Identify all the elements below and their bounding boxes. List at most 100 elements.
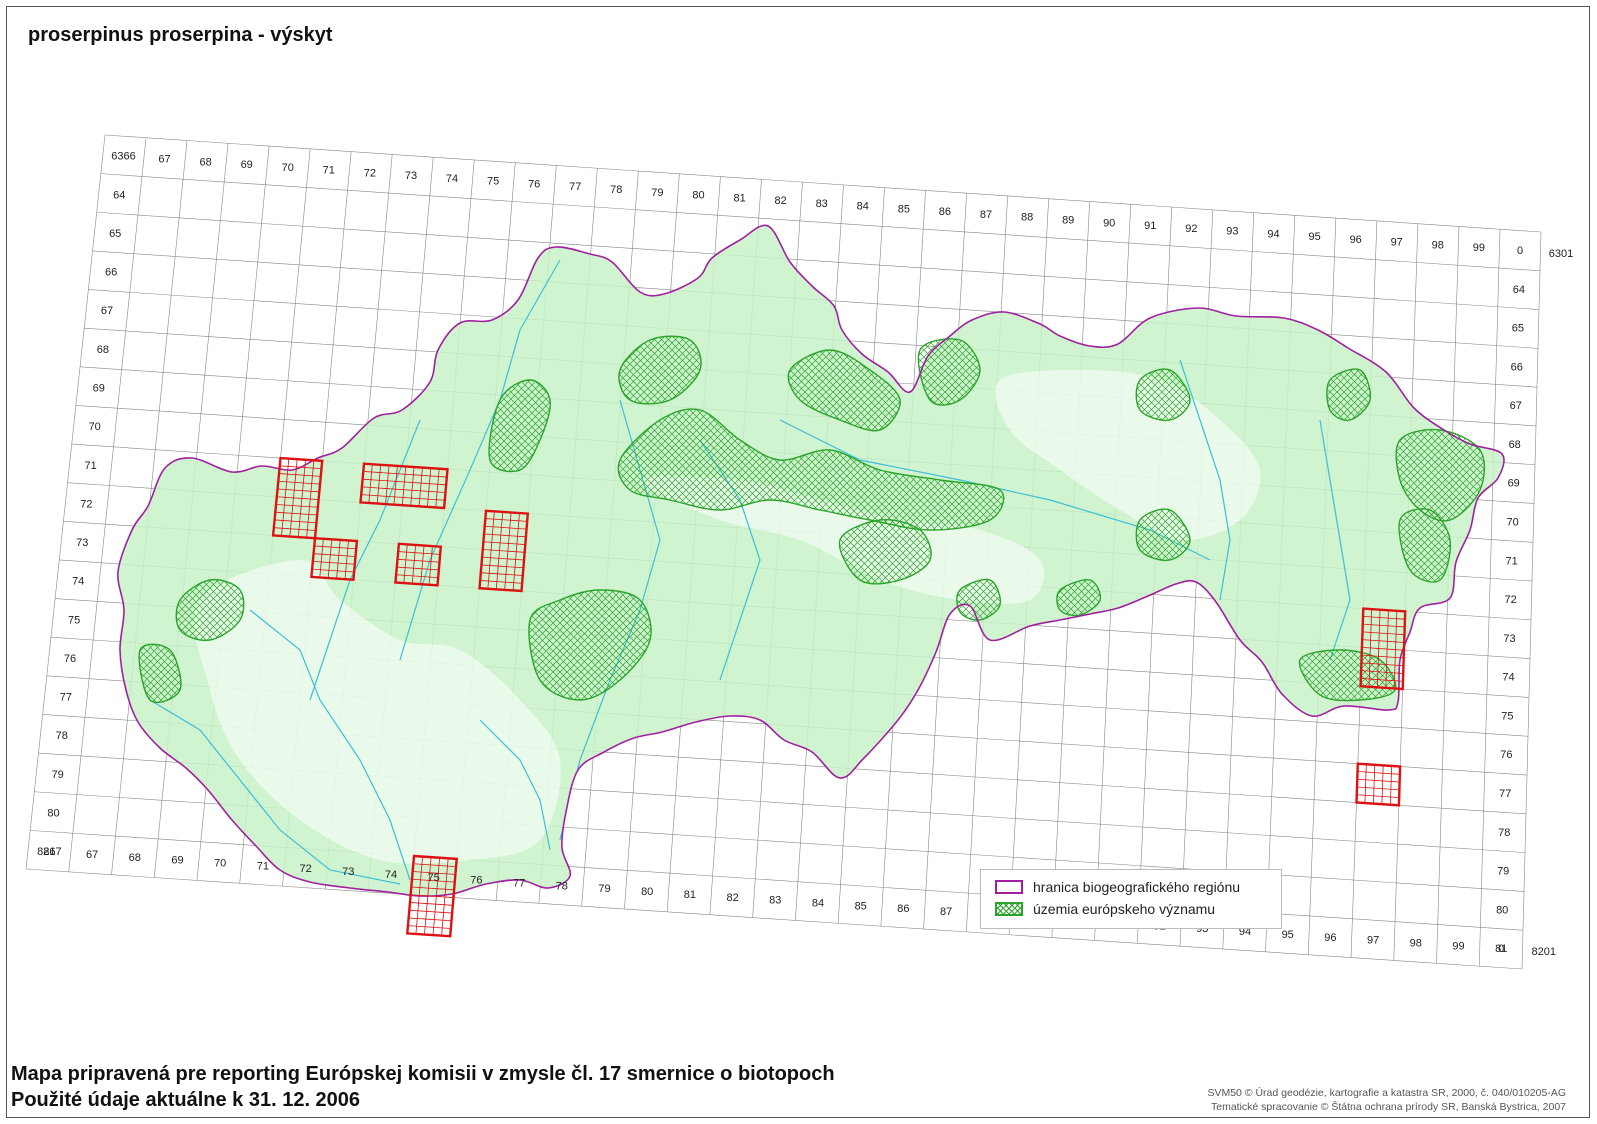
grid-label-right-9: 73 bbox=[1503, 633, 1515, 645]
grid-label-top-14: 80 bbox=[692, 190, 704, 202]
distribution-map: 6366 67 68 69 70 71 72 73 74 75 76 77 78 79 80 81 82 83 84… bbox=[25, 134, 1573, 970]
grid-label-bottom-15: 81 bbox=[684, 889, 696, 901]
credit-line-2: Tematické spracovanie © Štátna ochrana p… bbox=[1211, 1101, 1566, 1113]
grid-label-left-15: 79 bbox=[52, 769, 64, 781]
grid-label-top-17: 83 bbox=[816, 198, 828, 210]
grid-label-bottom-1: 67 bbox=[86, 849, 98, 861]
grid-label-top-26: 92 bbox=[1185, 223, 1197, 235]
grid-label-top-30: 96 bbox=[1350, 234, 1362, 246]
grid-label-bottom-11: 77 bbox=[513, 878, 525, 890]
grid-label-bottom-30: 96 bbox=[1324, 932, 1336, 944]
grid-line-v bbox=[1478, 229, 1501, 967]
credit-line-1: SVM50 © Úrad geodézie, kartografie a kat… bbox=[1207, 1087, 1566, 1099]
grid-label-left-5: 69 bbox=[93, 383, 105, 395]
grid-label-bottom-21: 87 bbox=[940, 906, 952, 918]
grid-label-left-14: 78 bbox=[56, 730, 68, 742]
grid-label-left-8: 72 bbox=[80, 498, 92, 510]
grid-label-top-16: 82 bbox=[774, 195, 786, 207]
grid-label-right-4: 68 bbox=[1509, 439, 1521, 451]
grid-label-top-27: 93 bbox=[1226, 226, 1238, 238]
grid-label-top-22: 88 bbox=[1021, 212, 1033, 224]
grid-label-bottom-29: 95 bbox=[1282, 929, 1294, 941]
grid-label-bottom-9: 75 bbox=[428, 872, 440, 884]
grid-label-right-6: 70 bbox=[1506, 517, 1518, 529]
grid-label-top-24: 90 bbox=[1103, 217, 1115, 229]
grid-label-top-18: 84 bbox=[857, 201, 869, 213]
grid-label-left-17: 81 bbox=[43, 846, 55, 858]
grid-label-top-23: 89 bbox=[1062, 215, 1074, 227]
grid-label-top-9: 75 bbox=[487, 176, 499, 188]
grid-label-top-7: 73 bbox=[405, 170, 417, 182]
grid-label-top-20: 86 bbox=[939, 206, 951, 218]
grid-label-left-4: 68 bbox=[97, 344, 109, 356]
habitat-layer bbox=[117, 225, 1504, 897]
grid-label-bottom-33: 99 bbox=[1452, 940, 1464, 952]
grid-label-top-12: 78 bbox=[610, 184, 622, 196]
grid-label-bottom-10: 76 bbox=[470, 875, 482, 887]
grid-label-bottom-12: 78 bbox=[556, 880, 568, 892]
grid-label-bottom-13: 79 bbox=[598, 883, 610, 895]
grid-label-left-10: 74 bbox=[72, 576, 84, 588]
grid-label-bottom-14: 80 bbox=[641, 886, 653, 898]
grid-label-left-2: 66 bbox=[105, 267, 117, 279]
grid-label-left-6: 70 bbox=[89, 421, 101, 433]
grid-label-top-21: 87 bbox=[980, 209, 992, 221]
legend-label-sci: územia európskeho významu bbox=[1033, 901, 1216, 917]
grid-label-top-29: 95 bbox=[1308, 231, 1320, 243]
grid-label-top-4: 70 bbox=[282, 162, 294, 174]
grid-label-right-16: 80 bbox=[1496, 904, 1508, 916]
grid-label-left-12: 76 bbox=[64, 653, 76, 665]
grid-label-bottom-16: 82 bbox=[726, 892, 738, 904]
occurrence-cell-6 bbox=[1355, 762, 1402, 807]
grid-label-bottom-6: 72 bbox=[299, 863, 311, 875]
grid-label-right-7: 71 bbox=[1505, 555, 1517, 567]
grid-label-left-13: 77 bbox=[60, 692, 72, 704]
grid-label-right-1: 65 bbox=[1512, 323, 1524, 335]
grid-label-top-31: 97 bbox=[1391, 237, 1403, 249]
legend-item-sci: územia európskeho významu bbox=[995, 901, 1215, 917]
grid-label-bottom-5: 71 bbox=[257, 860, 269, 872]
grid-label-top-2: 68 bbox=[199, 156, 211, 168]
grid-label-top-13: 79 bbox=[651, 187, 663, 199]
grid-label-top-8: 74 bbox=[446, 173, 458, 185]
grid-line-v bbox=[25, 134, 106, 870]
grid-label-left-3: 67 bbox=[101, 305, 113, 317]
grid-label-bottom-31: 97 bbox=[1367, 935, 1379, 947]
grid-label-bottom-19: 85 bbox=[855, 900, 867, 912]
grid-label-bottom-32: 98 bbox=[1410, 938, 1422, 950]
hatch-swatch-icon bbox=[995, 902, 1023, 916]
grid-label-right-14: 78 bbox=[1498, 827, 1510, 839]
grid-line-h bbox=[100, 173, 1541, 272]
footer-line-2: Použité údaje aktuálne k 31. 12. 2006 bbox=[11, 1089, 361, 1111]
grid-label-left-11: 75 bbox=[68, 614, 80, 626]
grid-label-top-6: 72 bbox=[364, 167, 376, 179]
grid-line-v bbox=[1521, 231, 1542, 970]
grid-label-left-9: 73 bbox=[76, 537, 88, 549]
grid-label-top-15: 81 bbox=[733, 192, 745, 204]
grid-label-left-0: 64 bbox=[113, 189, 125, 201]
grid-label-bottom-20: 86 bbox=[897, 903, 909, 915]
grid-label-top-1: 67 bbox=[158, 154, 170, 166]
grid-label-right-3: 67 bbox=[1510, 400, 1522, 412]
grid-label-top-34: 0 bbox=[1517, 245, 1523, 257]
grid-label-left-16: 80 bbox=[47, 808, 59, 820]
grid-line-h bbox=[104, 134, 1542, 233]
grid-label-left-7: 71 bbox=[84, 460, 96, 472]
country-layer bbox=[117, 224, 1505, 897]
grid-label-top-11: 77 bbox=[569, 181, 581, 193]
grid-label-top-5: 71 bbox=[323, 165, 335, 177]
legend: hranica biogeografického regiónu územia … bbox=[980, 869, 1282, 929]
grid-label-top-3: 69 bbox=[241, 159, 253, 171]
grid-label-top-19: 85 bbox=[898, 203, 910, 215]
grid-label-right-11: 75 bbox=[1501, 711, 1513, 723]
grid-label-right-5: 69 bbox=[1508, 478, 1520, 490]
footer-line-1: Mapa pripravená pre reporting Európskej … bbox=[11, 1063, 835, 1085]
grid-label-right-8: 72 bbox=[1504, 594, 1516, 606]
grid-label-bottom-35: 8201 bbox=[1532, 946, 1556, 958]
grid-label-bottom-17: 83 bbox=[769, 895, 781, 907]
grid-label-bottom-18: 84 bbox=[812, 898, 824, 910]
grid-label-right-2: 66 bbox=[1511, 361, 1523, 373]
grid-label-top-32: 98 bbox=[1432, 240, 1444, 252]
grid-label-top-10: 76 bbox=[528, 178, 540, 190]
grid-label-right-0: 64 bbox=[1513, 284, 1525, 296]
